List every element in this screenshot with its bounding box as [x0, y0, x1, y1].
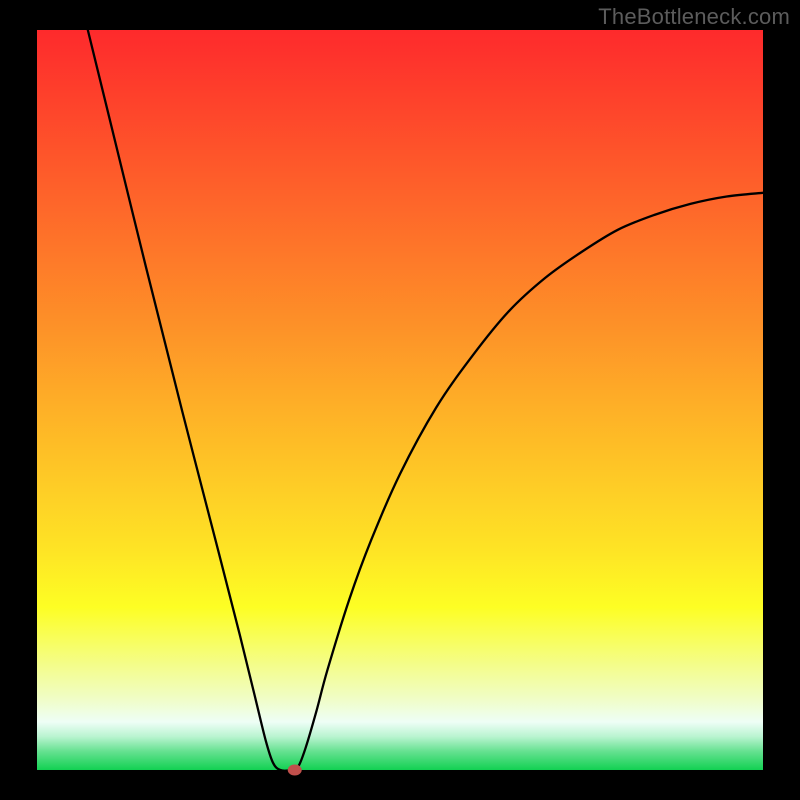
- watermark-text: TheBottleneck.com: [598, 4, 790, 30]
- chart-frame: TheBottleneck.com: [0, 0, 800, 800]
- bottleneck-chart: [0, 0, 800, 800]
- plot-background: [37, 30, 763, 770]
- minimum-marker: [288, 765, 302, 776]
